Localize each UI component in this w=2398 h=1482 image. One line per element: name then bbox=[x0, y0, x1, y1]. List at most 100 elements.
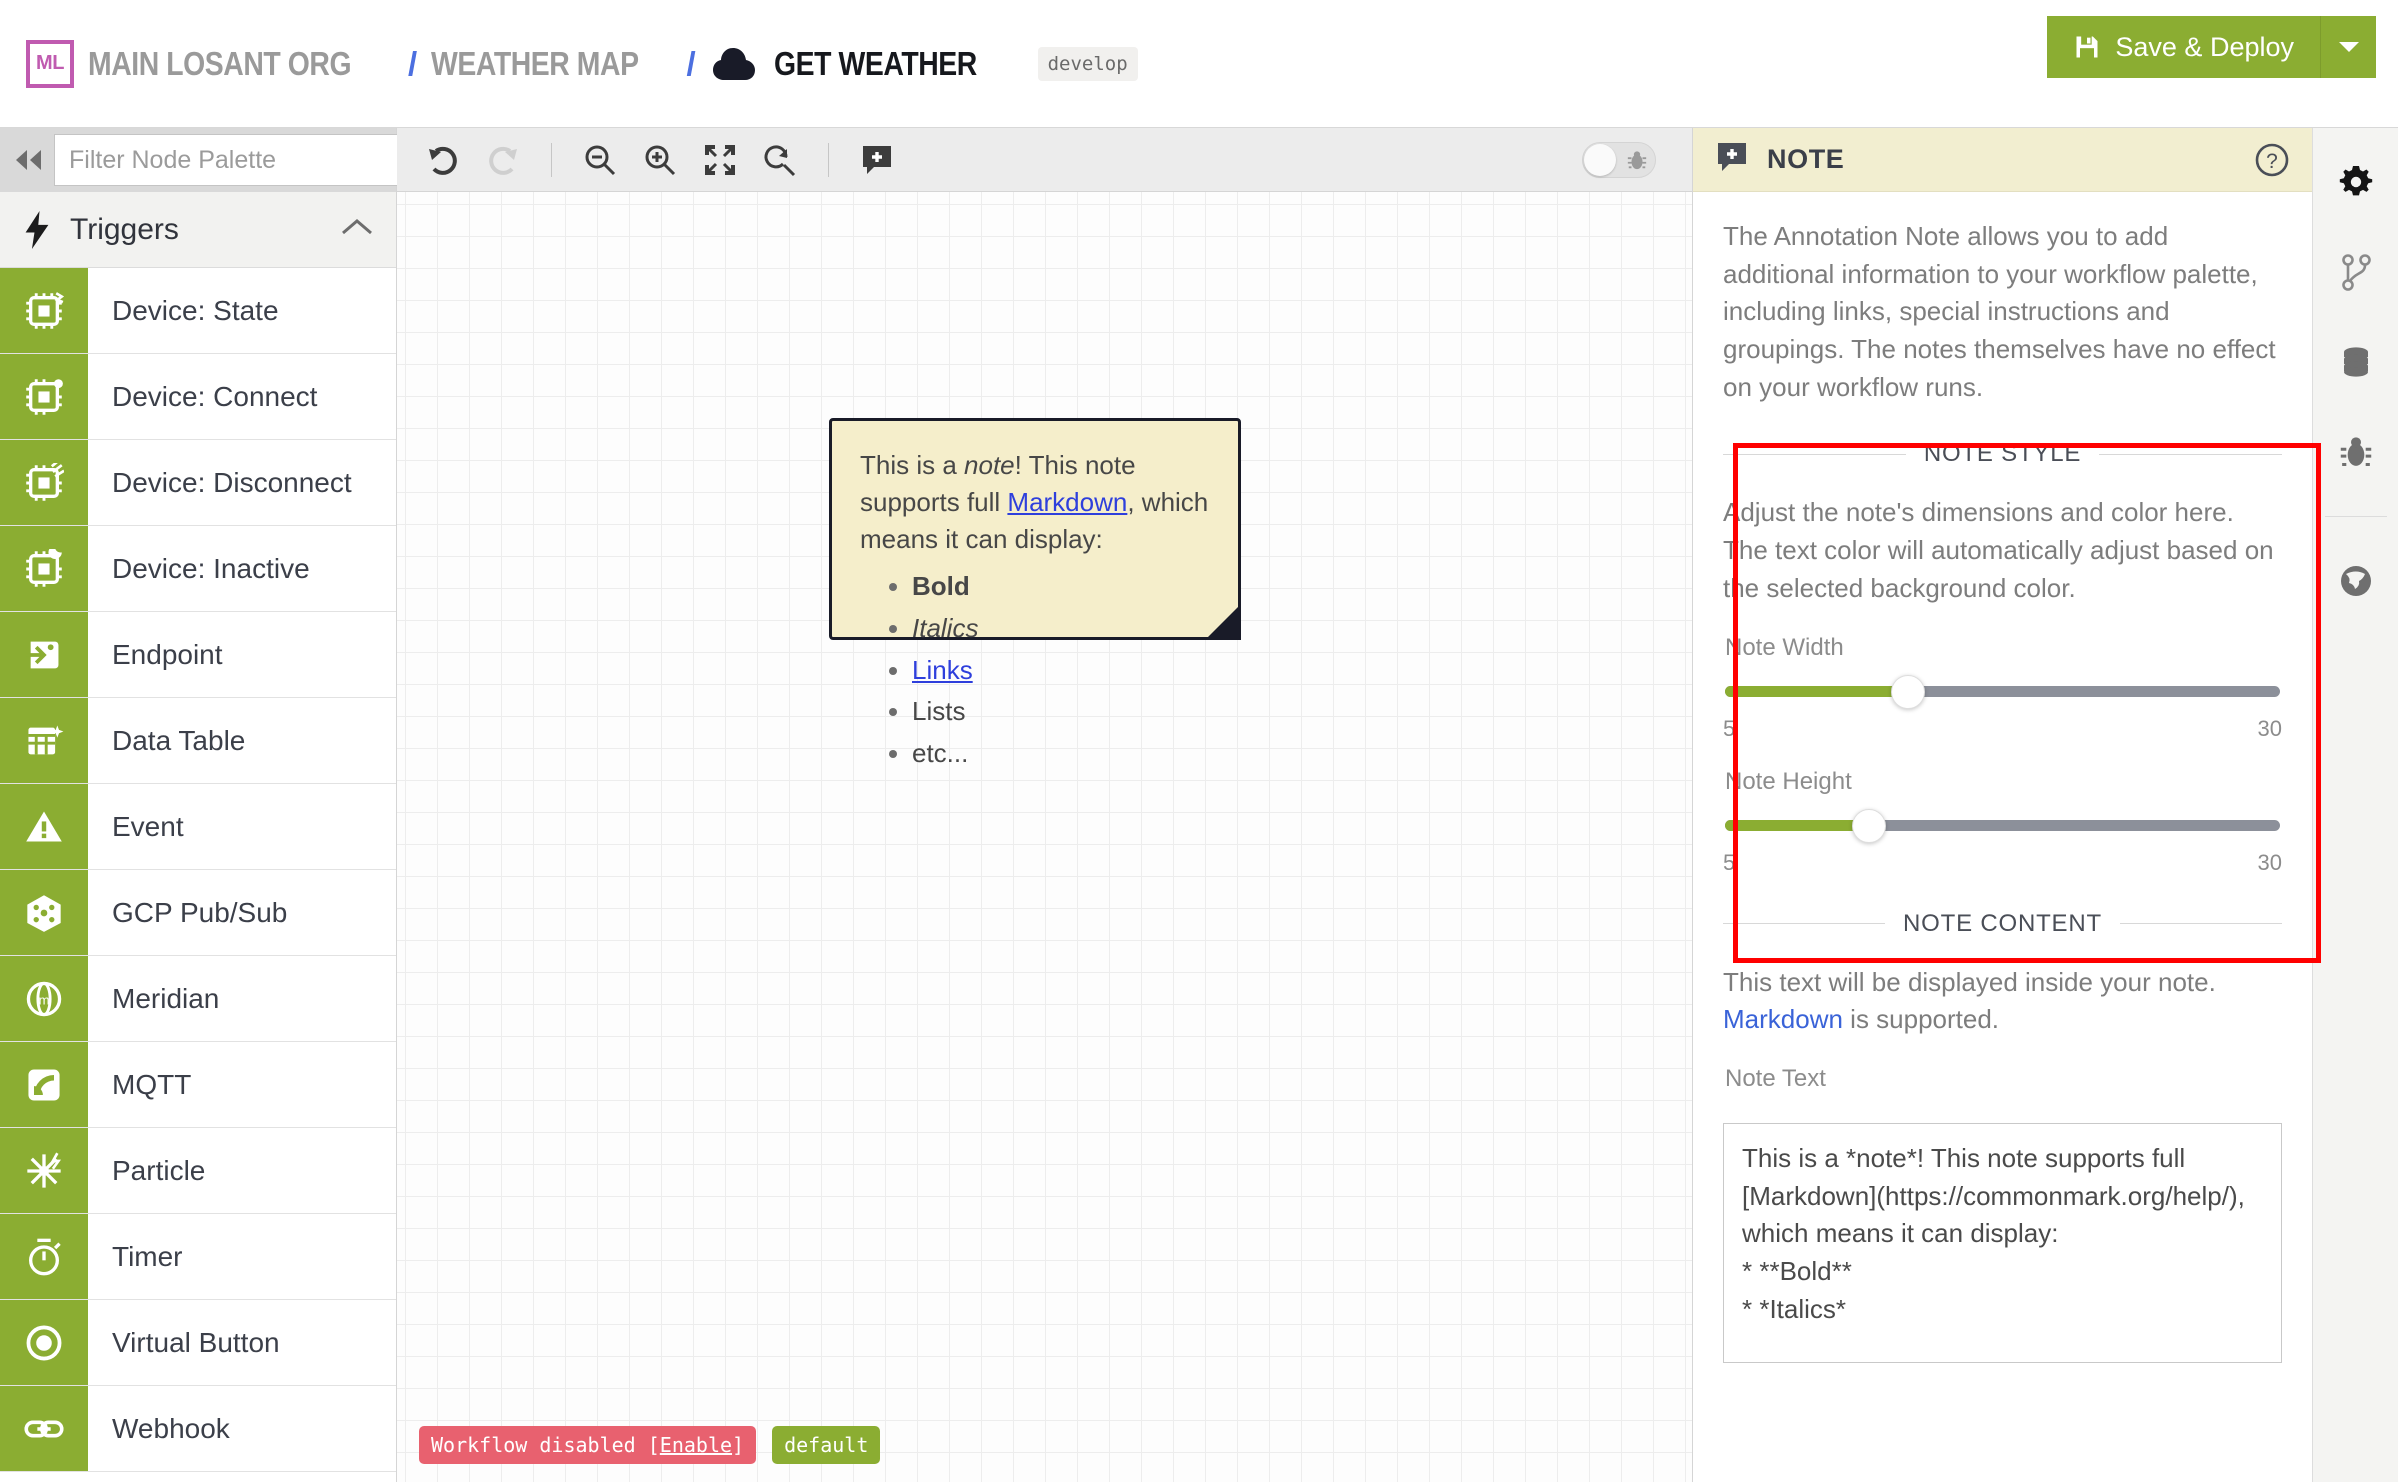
chevron-down-icon bbox=[2338, 42, 2359, 52]
note-bullet-link[interactable]: Links bbox=[912, 655, 973, 685]
inspector-scroll-region[interactable]: The Annotation Note allows you to add ad… bbox=[1693, 192, 2312, 1482]
palette-node-gcp-pub-sub[interactable]: GCP Pub/Sub bbox=[0, 870, 396, 956]
workflow-canvas[interactable]: This is a note! This note supports full … bbox=[397, 192, 1692, 1482]
database-icon bbox=[2343, 347, 2368, 377]
note-style-section-header: Note Style bbox=[1723, 440, 2282, 468]
palette-node-data-table[interactable]: Data Table bbox=[0, 698, 396, 784]
palette-group-triggers[interactable]: Triggers bbox=[0, 192, 396, 268]
version-badge: develop bbox=[1037, 46, 1138, 81]
save-deploy-group: Save & Deploy bbox=[2047, 16, 2376, 78]
palette-node-webhook[interactable]: Webhook bbox=[0, 1386, 396, 1472]
note-bullet-italics: Italics bbox=[912, 610, 1212, 647]
note-height-min: 5 bbox=[1723, 849, 1736, 875]
palette-node-event[interactable]: Event bbox=[0, 784, 396, 870]
breadcrumb-application[interactable]: WEATHER MAP bbox=[431, 45, 639, 83]
reset-zoom-button[interactable] bbox=[752, 134, 808, 186]
palette-node-particle[interactable]: Particle bbox=[0, 1128, 396, 1214]
filter-node-palette-input[interactable] bbox=[54, 134, 406, 186]
breadcrumb-separator-2: / bbox=[686, 44, 696, 82]
note-content-desc-post: is supported. bbox=[1842, 1004, 2000, 1035]
note-content-label: Note Content bbox=[1903, 909, 2102, 937]
note-bullet-links: Links bbox=[912, 652, 1212, 689]
rail-item-debug[interactable] bbox=[2325, 424, 2387, 480]
bug-icon bbox=[2340, 437, 2371, 466]
rail-item-globals[interactable] bbox=[2325, 553, 2387, 609]
palette-node-label: GCP Pub/Sub bbox=[112, 896, 288, 928]
note-height-slider[interactable] bbox=[1725, 808, 2280, 843]
collapse-palette-button[interactable] bbox=[12, 132, 46, 188]
slider-thumb[interactable] bbox=[1852, 808, 1887, 843]
canvas-area: This is a note! This note supports full … bbox=[397, 128, 1692, 1482]
mqtt-icon bbox=[0, 1042, 88, 1127]
palette-node-meridian[interactable]: m Meridian bbox=[0, 956, 396, 1042]
help-button[interactable]: ? bbox=[2254, 142, 2290, 178]
editor-body: Triggers Device: StateDevice: ConnectDev… bbox=[0, 128, 2398, 1482]
timer-icon bbox=[0, 1214, 88, 1299]
save-deploy-button[interactable]: Save & Deploy bbox=[2047, 16, 2320, 78]
workflow-disabled-label: Workflow disabled bbox=[431, 1433, 648, 1457]
note-text-pre: This is a bbox=[860, 450, 965, 480]
breadcrumb: ML MAIN LOSANT ORG / WEATHER MAP / GET W… bbox=[26, 39, 1138, 88]
note-width-max: 30 bbox=[2257, 715, 2282, 741]
annotation-note[interactable]: This is a note! This note supports full … bbox=[829, 418, 1241, 768]
note-width-slider[interactable] bbox=[1725, 674, 2280, 709]
palette-node-label: Timer bbox=[112, 1240, 183, 1272]
note-width-min: 5 bbox=[1723, 715, 1736, 741]
rail-item-versions[interactable] bbox=[2325, 244, 2387, 300]
note-height-label: Note Height bbox=[1725, 767, 1852, 795]
help-circle-icon: ? bbox=[2255, 143, 2289, 176]
chevron-up-icon bbox=[340, 216, 374, 243]
palette-node-label: Virtual Button bbox=[112, 1326, 280, 1358]
palette-node-mqtt[interactable]: MQTT bbox=[0, 1042, 396, 1128]
palette-node-label: Device: Inactive bbox=[112, 552, 310, 584]
rail-item-settings[interactable] bbox=[2325, 154, 2387, 210]
inspector-title: Note bbox=[1767, 144, 1845, 174]
note-bullet-etc: etc... bbox=[912, 735, 1212, 772]
undo-icon bbox=[429, 146, 457, 175]
slider-thumb[interactable] bbox=[1891, 674, 1926, 709]
palette-node-virtual-button[interactable]: Virtual Button bbox=[0, 1300, 396, 1386]
palette-node-label: MQTT bbox=[112, 1068, 192, 1100]
palette-node-timer[interactable]: Timer bbox=[0, 1214, 396, 1300]
redo-button[interactable] bbox=[475, 134, 531, 186]
palette-node-device-state[interactable]: Device: State bbox=[0, 268, 396, 354]
app-header: ML MAIN LOSANT ORG / WEATHER MAP / GET W… bbox=[0, 0, 2398, 128]
event-warning-icon bbox=[0, 784, 88, 869]
palette-node-device-inactive[interactable]: Device: Inactive bbox=[0, 526, 396, 612]
note-markdown-link[interactable]: Markdown bbox=[1007, 487, 1127, 517]
palette-node-label: Device: Disconnect bbox=[112, 466, 352, 498]
add-note-button[interactable] bbox=[849, 134, 905, 186]
debug-panel-toggle[interactable] bbox=[1582, 141, 1656, 178]
zoom-in-button[interactable] bbox=[632, 134, 688, 186]
lightning-bolt-icon bbox=[25, 210, 49, 249]
palette-node-endpoint[interactable]: Endpoint bbox=[0, 612, 396, 698]
bug-icon bbox=[1626, 149, 1648, 171]
globe-icon bbox=[2340, 566, 2371, 596]
slider-fill bbox=[1725, 685, 1909, 697]
redo-icon bbox=[489, 146, 517, 175]
zoom-out-button[interactable] bbox=[572, 134, 628, 186]
save-deploy-dropdown-button[interactable] bbox=[2320, 16, 2376, 78]
rail-divider bbox=[2324, 516, 2387, 517]
divider-line-right bbox=[2099, 453, 2282, 455]
palette-node-label: Event bbox=[112, 810, 184, 842]
losant-logo[interactable]: ML bbox=[26, 39, 74, 88]
note-bullet-bold: Bold bbox=[912, 568, 1212, 605]
palette-node-list[interactable]: Device: State Device: Connect Device: Disc… bbox=[0, 268, 396, 1482]
undo-button[interactable] bbox=[415, 134, 471, 186]
breadcrumb-workflow[interactable]: GET WEATHER bbox=[774, 45, 977, 83]
rail-item-storage[interactable] bbox=[2325, 334, 2387, 390]
fit-to-screen-button[interactable] bbox=[692, 134, 748, 186]
markdown-help-link[interactable]: Markdown bbox=[1723, 1004, 1843, 1034]
palette-node-device-connect[interactable]: Device: Connect bbox=[0, 354, 396, 440]
breadcrumb-org[interactable]: MAIN LOSANT ORG bbox=[88, 45, 352, 83]
note-text-input[interactable] bbox=[1723, 1122, 2282, 1363]
palette-node-device-disconnect[interactable]: Device: Disconnect bbox=[0, 440, 396, 526]
note-bullet-lists: Lists bbox=[912, 693, 1212, 730]
divider-line-right bbox=[2119, 923, 2282, 924]
note-bullet-italics-text: Italics bbox=[912, 612, 979, 643]
meridian-icon: m bbox=[0, 956, 88, 1041]
enable-workflow-link[interactable]: Enable bbox=[660, 1433, 732, 1457]
note-width-range: 5 30 bbox=[1723, 716, 2282, 742]
endpoint-icon bbox=[0, 612, 88, 697]
